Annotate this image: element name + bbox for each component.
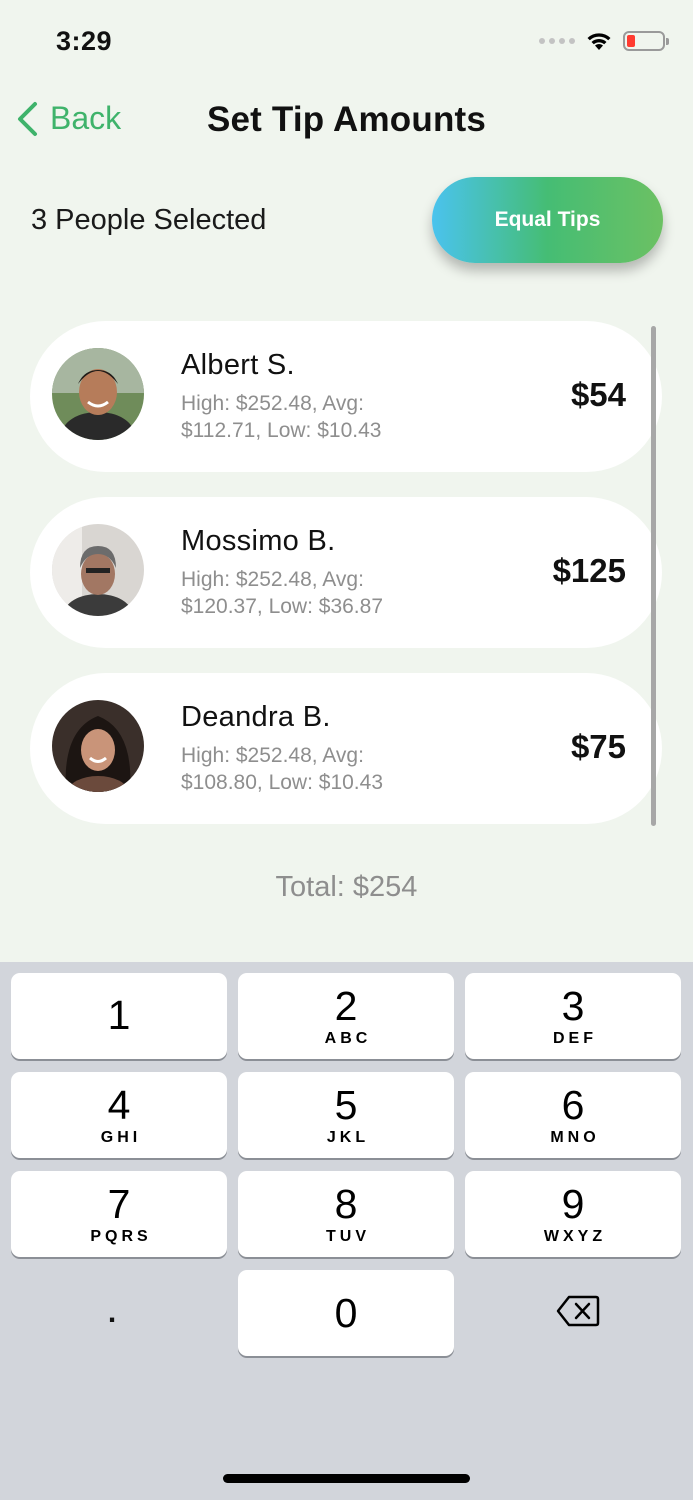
person-name: Deandra B. (181, 701, 331, 733)
avatar (52, 524, 144, 616)
key-letters: ABC (324, 1030, 372, 1047)
key-digit: 1 (107, 992, 131, 1038)
key-digit: 0 (334, 1290, 358, 1336)
key-9[interactable]: 9 WXYZ (465, 1171, 681, 1257)
key-2[interactable]: 2 ABC (238, 973, 454, 1059)
key-1[interactable]: 1 (11, 973, 227, 1059)
avatar (52, 348, 144, 440)
key-letters: GHI (100, 1129, 142, 1146)
person-info: Mossimo B. High: $252.48, Avg: $120.37, … (181, 525, 421, 620)
key-digit: 9 (561, 1181, 585, 1227)
status-time: 3:29 (56, 26, 113, 56)
total-label: Total: $254 (275, 871, 418, 903)
backspace-icon (556, 1295, 600, 1327)
scrollbar[interactable] (651, 326, 656, 826)
key-8[interactable]: 8 TUV (238, 1171, 454, 1257)
key-letters: DEF (553, 1030, 597, 1047)
tip-amount[interactable]: $75 (571, 728, 626, 766)
key-7[interactable]: 7 PQRS (11, 1171, 227, 1257)
key-letters: WXYZ (543, 1228, 607, 1245)
avatar (52, 700, 144, 792)
key-digit: 6 (561, 1082, 585, 1128)
person-name: Mossimo B. (181, 525, 336, 557)
equal-tips-button[interactable]: Equal Tips (432, 177, 663, 263)
key-digit: 4 (107, 1082, 131, 1128)
person-stats: High: $252.48, Avg: $112.71, Low: $10.43 (181, 392, 382, 442)
key-decimal[interactable]: . (4, 1270, 220, 1356)
key-digit: 5 (334, 1082, 358, 1128)
key-letters: PQRS (90, 1228, 152, 1245)
key-digit: 7 (107, 1181, 131, 1227)
status-icons (539, 30, 669, 52)
person-stats: High: $252.48, Avg: $120.37, Low: $36.87 (181, 568, 384, 618)
page-title: Set Tip Amounts (206, 100, 487, 139)
key-letters: MNO (550, 1129, 600, 1146)
person-name: Albert S. (181, 349, 295, 381)
home-indicator[interactable] (223, 1474, 470, 1483)
key-4[interactable]: 4 GHI (11, 1072, 227, 1158)
person-info: Deandra B. High: $252.48, Avg: $108.80, … (181, 701, 421, 796)
battery-icon (623, 31, 669, 51)
signal-icon (539, 38, 575, 44)
key-0[interactable]: 0 (238, 1270, 454, 1356)
key-digit: 8 (334, 1181, 358, 1227)
key-digit: 3 (561, 983, 585, 1029)
person-card-mossimo[interactable]: Mossimo B. High: $252.48, Avg: $120.37, … (30, 497, 662, 648)
people-selected-count: 3 People Selected (31, 204, 267, 236)
person-stats: High: $252.48, Avg: $108.80, Low: $10.43 (181, 744, 384, 794)
key-3[interactable]: 3 DEF (465, 973, 681, 1059)
key-5[interactable]: 5 JKL (238, 1072, 454, 1158)
person-info: Albert S. High: $252.48, Avg: $112.71, L… (181, 349, 421, 444)
key-digit: 2 (334, 983, 358, 1029)
numeric-keypad: 1 2 ABC 3 DEF 4 GHI 5 JKL 6 MNO 7 PQRS 8… (0, 962, 693, 1500)
delete-key[interactable] (470, 1268, 686, 1354)
tip-amount[interactable]: $125 (553, 552, 626, 590)
person-card-albert[interactable]: Albert S. High: $252.48, Avg: $112.71, L… (30, 321, 662, 472)
wifi-icon (587, 33, 611, 50)
person-card-deandra[interactable]: Deandra B. High: $252.48, Avg: $108.80, … (30, 673, 662, 824)
key-letters: JKL (326, 1129, 370, 1146)
key-6[interactable]: 6 MNO (465, 1072, 681, 1158)
key-letters: TUV (326, 1228, 370, 1245)
tip-amount[interactable]: $54 (571, 376, 626, 414)
